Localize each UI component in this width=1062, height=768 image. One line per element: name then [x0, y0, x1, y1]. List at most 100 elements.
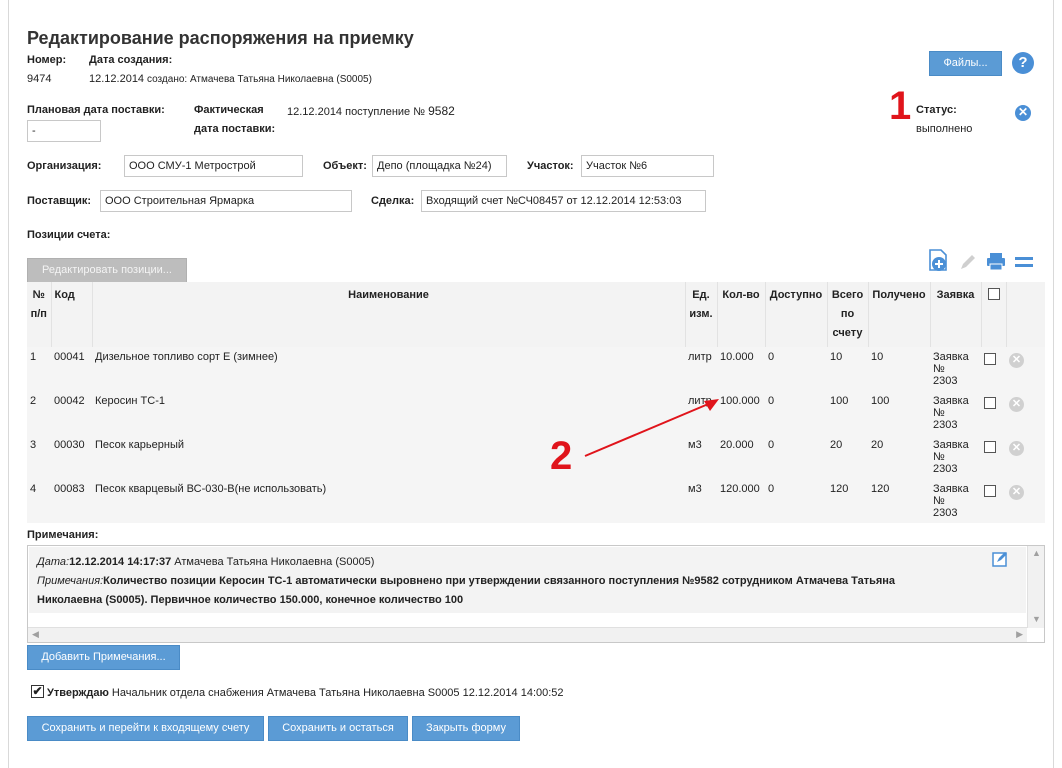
- cell-avail: 0: [765, 347, 827, 391]
- cell-code: 00041: [51, 347, 92, 391]
- deal-label: Сделка:: [371, 195, 415, 207]
- cell-check: [981, 435, 1006, 479]
- note-author: Атмачева Татьяна Николаевна (S0005): [174, 556, 375, 568]
- col-received: Получено: [868, 282, 931, 347]
- col-num-2: п/п: [30, 308, 47, 320]
- request-sign: №: [933, 363, 945, 375]
- scroll-down-icon[interactable]: ▼: [1032, 614, 1041, 624]
- note-date: 12.12.2014 14:17:37: [69, 556, 172, 568]
- actual-date-value: 12.12.2014 поступление № 9582: [287, 104, 455, 118]
- edit-pencil-icon[interactable]: [958, 252, 978, 272]
- table-row[interactable]: 4 00083 Песок кварцевый ВС-030-В(не испо…: [27, 479, 1045, 523]
- delete-row-icon[interactable]: ✕: [1009, 485, 1024, 500]
- cell-name: Дизельное топливо сорт Е (зимнее): [92, 347, 685, 391]
- cell-code: 00083: [51, 479, 92, 523]
- help-icon[interactable]: ?: [1012, 52, 1034, 74]
- notes-label: Примечания:: [27, 529, 99, 541]
- request-word: Заявка: [933, 351, 969, 363]
- add-document-icon[interactable]: [926, 248, 952, 274]
- cell-request[interactable]: Заявка № 2303: [930, 347, 981, 391]
- cell-avail: 0: [765, 435, 827, 479]
- cell-name: Песок кварцевый ВС-030-В(не использовать…: [92, 479, 685, 523]
- row-checkbox[interactable]: [984, 485, 996, 497]
- supplier-input[interactable]: ООО Строительная Ярмарка: [100, 190, 352, 212]
- scroll-right-icon[interactable]: ▶: [1016, 629, 1023, 640]
- request-word: Заявка: [933, 483, 969, 495]
- row-checkbox[interactable]: [984, 441, 996, 453]
- notes-box[interactable]: Дата:12.12.2014 14:17:37 Атмачева Татьян…: [27, 545, 1045, 643]
- edit-positions-button[interactable]: Редактировать позиции...: [27, 258, 187, 283]
- save-and-stay-button[interactable]: Сохранить и остаться: [268, 716, 408, 741]
- table-row[interactable]: 2 00042 Керосин ТС-1 литр 100.000 0 100 …: [27, 391, 1045, 435]
- object-input[interactable]: Депо (площадка №24): [372, 155, 507, 177]
- status-clear-icon[interactable]: ✕: [1015, 105, 1031, 121]
- table-row[interactable]: 3 00030 Песок карьерный м3 20.000 0 20 2…: [27, 435, 1045, 479]
- annotation-marker-1: 1: [889, 84, 912, 128]
- object-label: Объект:: [323, 160, 367, 172]
- note-header-line: Дата:12.12.2014 14:17:37 Атмачева Татьян…: [37, 553, 1018, 572]
- cell-request[interactable]: Заявка № 2303: [930, 479, 981, 523]
- request-sign: №: [933, 495, 945, 507]
- notes-horizontal-scrollbar[interactable]: ◀ ▶: [28, 627, 1027, 642]
- row-checkbox[interactable]: [984, 397, 996, 409]
- add-notes-button[interactable]: Добавить Примечания...: [27, 645, 180, 670]
- col-unit: Ед. изм.: [685, 282, 718, 347]
- request-word: Заявка: [933, 439, 969, 451]
- number-label: Номер:: [27, 54, 67, 66]
- delete-row-icon[interactable]: ✕: [1009, 353, 1024, 368]
- planned-date-label: Плановая дата поставки:: [27, 104, 165, 116]
- created-by: создано: Атмачева Татьяна Николаевна (S0…: [147, 74, 372, 85]
- planned-date-input[interactable]: -: [27, 120, 101, 142]
- positions-label: Позиции счета:: [27, 229, 111, 241]
- form-page: Редактирование распоряжения на приемку Н…: [8, 0, 1054, 768]
- cell-received: 10: [868, 347, 930, 391]
- row-checkbox[interactable]: [984, 353, 996, 365]
- annotation-marker-2: 2: [550, 434, 573, 478]
- col-select-all: [981, 282, 1007, 347]
- select-all-checkbox[interactable]: [987, 288, 1000, 300]
- site-label: Участок:: [527, 160, 574, 172]
- cell-unit: литр: [685, 347, 717, 391]
- actual-date-text: 12.12.2014 поступление №: [287, 106, 426, 118]
- col-unit-2: изм.: [689, 308, 713, 320]
- col-num-1: №: [32, 289, 45, 301]
- cell-check: [981, 479, 1006, 523]
- cell-received: 100: [868, 391, 930, 435]
- request-sign: №: [933, 451, 945, 463]
- supplier-label: Поставщик:: [27, 195, 92, 207]
- site-input[interactable]: Участок №6: [581, 155, 714, 177]
- menu-icon[interactable]: [1013, 254, 1035, 270]
- request-number: 2303: [933, 463, 958, 475]
- cell-code: 00030: [51, 435, 92, 479]
- save-and-go-button[interactable]: Сохранить и перейти к входящему счету: [27, 716, 264, 741]
- files-button[interactable]: Файлы...: [929, 51, 1002, 76]
- col-total: Всего по счету: [827, 282, 869, 347]
- cell-request[interactable]: Заявка № 2303: [930, 391, 981, 435]
- cell-total: 120: [827, 479, 868, 523]
- status-label: Статус:: [916, 104, 957, 116]
- actual-date-label-1: Фактическая: [194, 104, 264, 116]
- org-input[interactable]: ООО СМУ-1 Метрострой: [124, 155, 303, 177]
- note-entry: Дата:12.12.2014 14:17:37 Атмачева Татьян…: [29, 547, 1026, 613]
- col-request: Заявка: [930, 282, 982, 347]
- scroll-left-icon[interactable]: ◀: [32, 629, 39, 640]
- delete-row-icon[interactable]: ✕: [1009, 397, 1024, 412]
- deal-input[interactable]: Входящий счет №СЧ08457 от 12.12.2014 12:…: [421, 190, 706, 212]
- cell-received: 120: [868, 479, 930, 523]
- approve-checkbox[interactable]: ✔: [31, 685, 44, 698]
- edit-note-icon[interactable]: [991, 550, 1009, 568]
- positions-table: № п/п Код Наименование Ед. изм. Кол-во Дос…: [27, 282, 1045, 523]
- cell-request[interactable]: Заявка № 2303: [930, 435, 981, 479]
- notes-vertical-scrollbar[interactable]: ▲ ▼: [1027, 546, 1044, 628]
- table-row[interactable]: 1 00041 Дизельное топливо сорт Е (зимнее…: [27, 347, 1045, 391]
- request-sign: №: [933, 407, 945, 419]
- print-icon[interactable]: [985, 251, 1007, 273]
- scroll-up-icon[interactable]: ▲: [1032, 548, 1041, 558]
- cell-num: 4: [27, 479, 51, 523]
- close-form-button[interactable]: Закрыть форму: [412, 716, 520, 741]
- delete-row-icon[interactable]: ✕: [1009, 441, 1024, 456]
- cell-delete: ✕: [1006, 435, 1045, 479]
- cell-total: 100: [827, 391, 868, 435]
- cell-total: 20: [827, 435, 868, 479]
- request-word: Заявка: [933, 395, 969, 407]
